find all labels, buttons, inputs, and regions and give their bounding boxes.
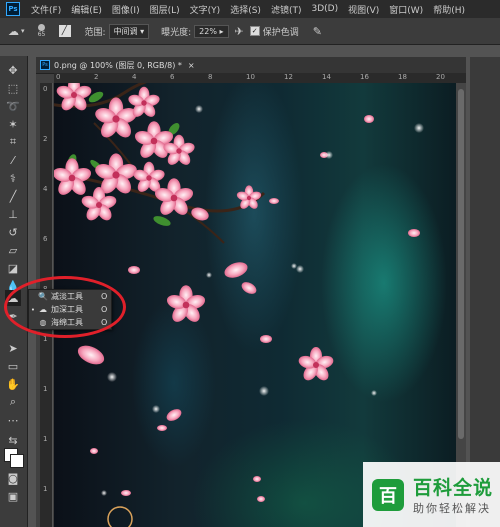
exposure-label: 曝光度: (161, 27, 192, 38)
ruler-h-tick: 18 (398, 73, 407, 81)
ruler-h-tick: 4 (132, 73, 137, 81)
burn-tool-icon: ☁ (8, 24, 19, 38)
ruler-h-tick: 6 (170, 73, 175, 81)
ruler-v-tick: 4 (43, 185, 48, 193)
exposure-value: 22% (199, 26, 217, 36)
scrollbar-thumb[interactable] (458, 89, 464, 439)
watermark-title: 百科全说 (413, 477, 494, 499)
ruler-v-tick: 1 (43, 385, 48, 393)
range-select[interactable]: 中间调 ▾ (108, 23, 150, 39)
ruler-v-tick: 1 (43, 435, 48, 443)
menu-image[interactable]: 图像(I) (107, 3, 145, 16)
protect-tones-checkbox[interactable]: ✓ 保护色调 (249, 25, 299, 38)
close-tab-button[interactable]: × (188, 61, 195, 70)
clone-stamp-tool-icon[interactable]: ⊥ (5, 206, 21, 222)
move-tool-icon[interactable]: ✥ (5, 62, 21, 78)
panel-dock (470, 57, 500, 527)
screen-mode-icon[interactable]: ▣ (5, 488, 21, 504)
document-title: 0.png @ 100% (图层 0, RGB/8) * (54, 60, 182, 70)
brush-panel-icon: ╱ (58, 25, 71, 37)
ruler-v-tick: 6 (43, 235, 48, 243)
menu-file[interactable]: 文件(F) (26, 3, 66, 16)
brush-panel-toggle[interactable]: ╱ (58, 25, 71, 37)
default-colors-icon[interactable]: ⇆ (5, 432, 21, 448)
chevron-down-icon: ▾ (21, 27, 25, 35)
crop-tool-icon[interactable]: ⌗ (5, 134, 21, 150)
brush-tool-icon[interactable]: ╱ (5, 188, 21, 204)
ruler-h-tick: 20 (436, 73, 445, 81)
watermark-badge: 百 百科全说 助你轻松解决 (363, 462, 500, 527)
protect-tones-label: 保护色调 (262, 27, 299, 38)
gradient-tool-icon[interactable]: ◪ (5, 260, 21, 276)
more-tools-icon[interactable]: ⋯ (5, 412, 21, 428)
magic-wand-tool-icon[interactable]: ✶ (5, 116, 21, 132)
red-highlight-circle (4, 276, 126, 338)
ruler-v-tick: 1 (43, 485, 48, 493)
tool-preset-picker[interactable]: ☁ ▾ (8, 25, 25, 38)
ruler-h-tick: 16 (360, 73, 369, 81)
brush-dot-icon (38, 24, 46, 31)
ruler-h-tick: 14 (322, 73, 331, 81)
watermark-logo-icon: 百 (369, 476, 407, 514)
ruler-h-tick: 8 (208, 73, 213, 81)
pressure-toggle[interactable]: ✎ (313, 25, 322, 38)
menu-select[interactable]: 选择(S) (225, 3, 266, 16)
ruler-h-tick: 2 (94, 73, 99, 81)
menu-bar: Ps 文件(F) 编辑(E) 图像(I) 图层(L) 文字(Y) 选择(S) 滤… (0, 0, 500, 18)
svg-text:百: 百 (379, 486, 397, 507)
menu-filter[interactable]: 滤镜(T) (266, 3, 307, 16)
history-brush-tool-icon[interactable]: ↺ (5, 224, 21, 240)
zoom-tool-icon[interactable]: ⌕ (5, 394, 21, 410)
brush-size-value: 65 (37, 31, 46, 38)
ruler-h-tick: 10 (246, 73, 255, 81)
rectangle-tool-icon[interactable]: ▭ (5, 358, 21, 374)
document-tab[interactable]: Ps 0.png @ 100% (图层 0, RGB/8) * × (36, 57, 466, 74)
checkbox-checked-icon: ✓ (249, 26, 260, 36)
ps-file-icon: Ps (40, 60, 50, 70)
brush-size-picker[interactable]: 65 (31, 24, 53, 38)
menu-help[interactable]: 帮助(H) (428, 3, 470, 16)
lasso-tool-icon[interactable]: ➰ (5, 98, 21, 114)
ruler-v-tick: 2 (43, 135, 48, 143)
menu-layer[interactable]: 图层(L) (145, 3, 185, 16)
pressure-icon: ✎ (312, 24, 322, 38)
eyedropper-tool-icon[interactable]: ⁄ (5, 152, 21, 168)
range-select-value: 中间调 (113, 26, 138, 36)
watermark-subtitle: 助你轻松解决 (413, 502, 491, 515)
healing-brush-tool-icon[interactable]: ⚕ (5, 170, 21, 186)
range-label: 范围: (84, 27, 106, 38)
hand-tool-icon[interactable]: ✋ (5, 376, 21, 392)
ruler-h-tick: 12 (284, 73, 293, 81)
background-color-swatch[interactable] (10, 454, 24, 468)
menu-view[interactable]: 视图(V) (343, 3, 384, 16)
menu-3d[interactable]: 3D(D) (306, 4, 343, 14)
ruler-v-tick: 0 (43, 85, 48, 93)
menu-type[interactable]: 文字(Y) (185, 3, 226, 16)
exposure-input[interactable]: 22% ▸ (194, 24, 229, 38)
photoshop-logo: Ps (6, 2, 20, 16)
quick-mask-icon[interactable]: ◙ (5, 470, 21, 486)
path-selection-tool-icon[interactable]: ➤ (5, 340, 21, 356)
vertical-scrollbar[interactable] (456, 83, 466, 527)
eraser-tool-icon[interactable]: ▱ (5, 242, 21, 258)
menu-window[interactable]: 窗口(W) (384, 3, 428, 16)
ruler-h-tick: 0 (56, 73, 61, 81)
airbrush-toggle[interactable]: ✈ (235, 25, 244, 38)
menu-edit[interactable]: 编辑(E) (66, 3, 107, 16)
options-bar: ☁ ▾ 65 ╱ 范围: 中间调 ▾ 曝光度: 22% ▸ ✈ ✓ 保护色调 ✎ (0, 18, 500, 45)
airbrush-icon: ✈ (234, 24, 244, 38)
marquee-tool-icon[interactable]: ⬚ (5, 80, 21, 96)
